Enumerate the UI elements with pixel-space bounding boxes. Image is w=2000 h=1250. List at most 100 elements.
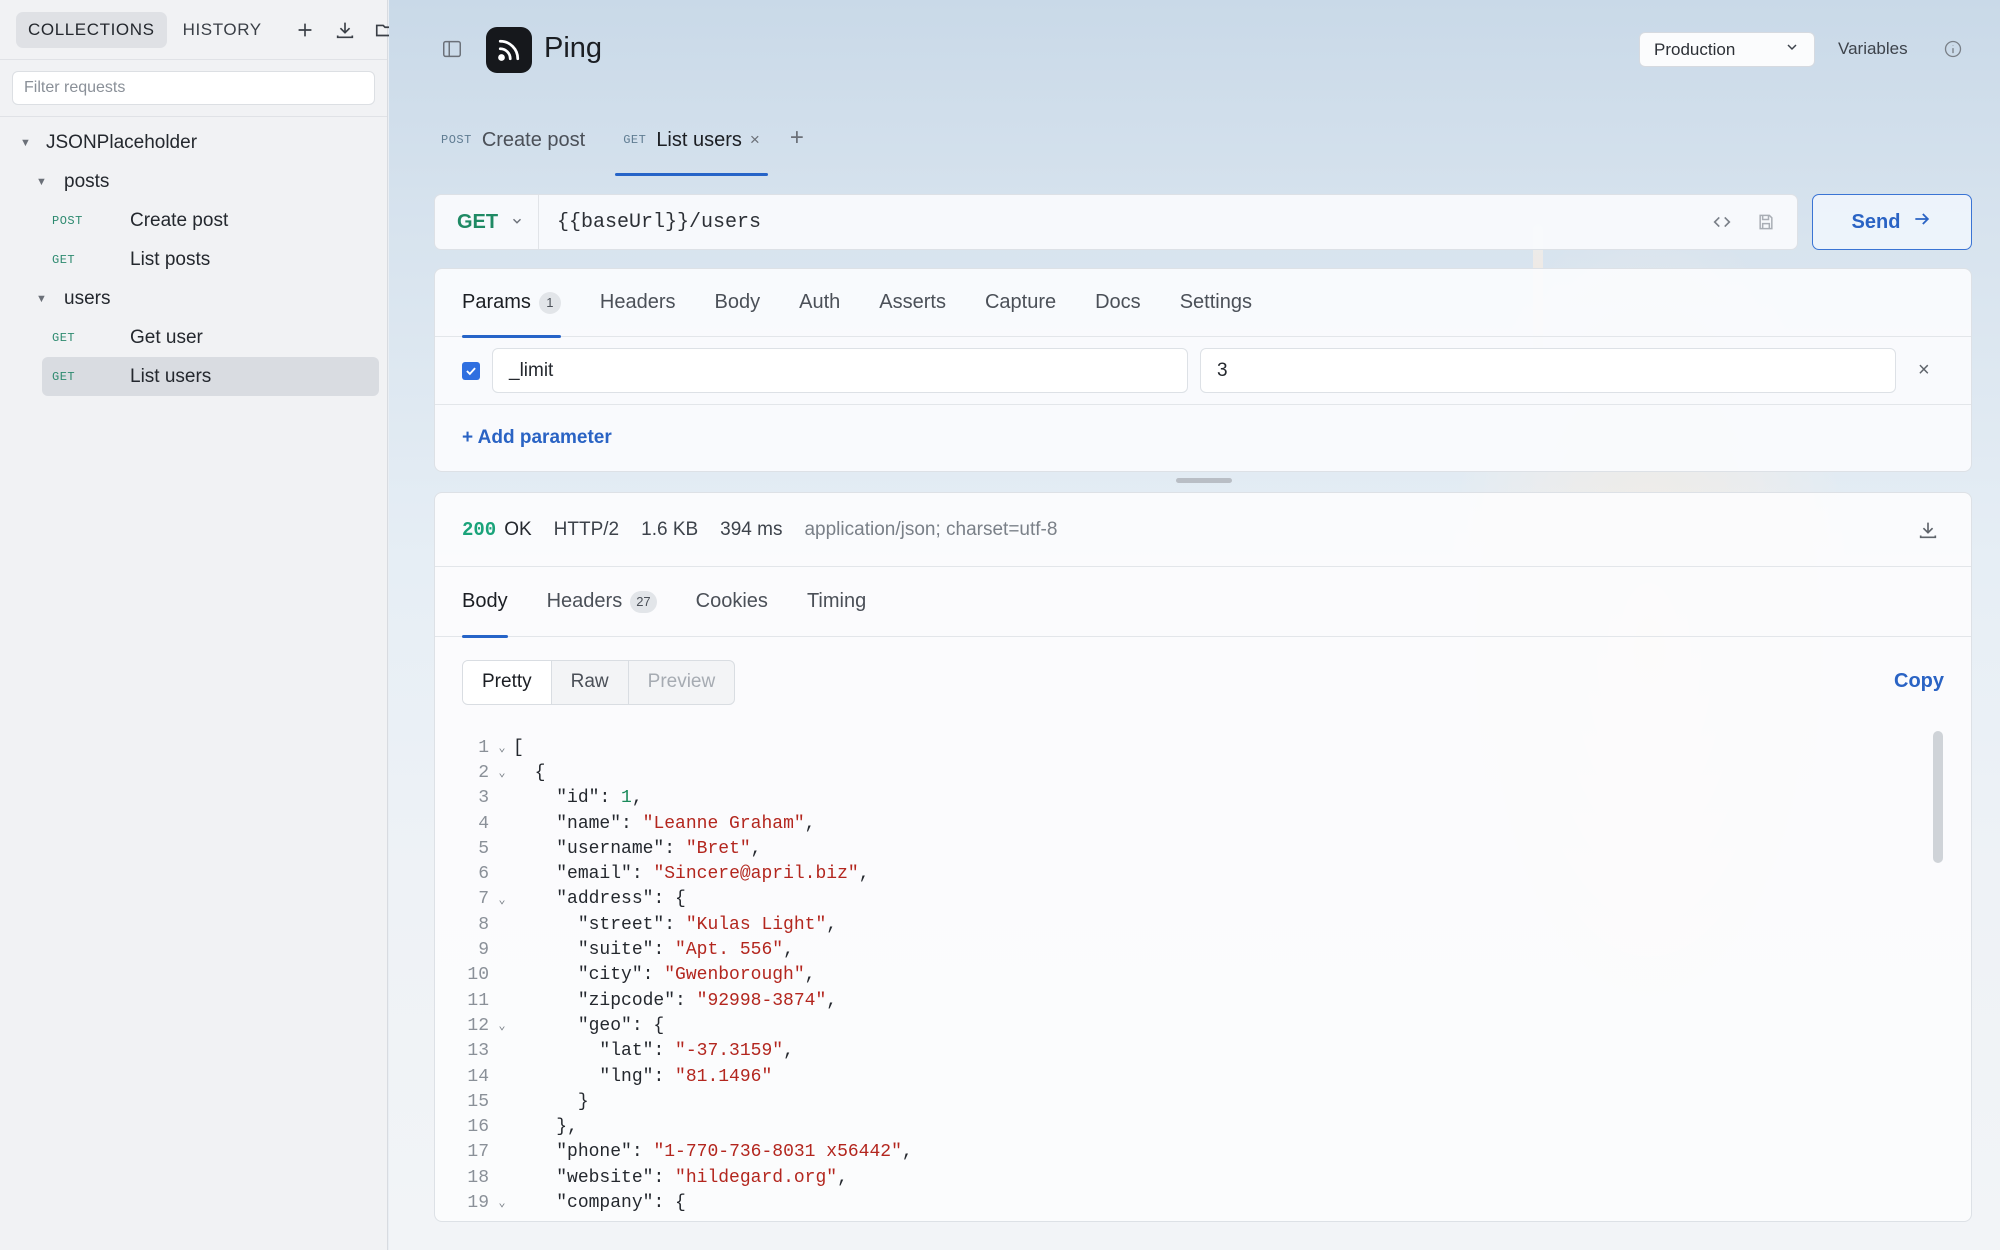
code-line: 10 "city": "Gwenborough", (435, 963, 1971, 988)
folder-users[interactable]: ▼ users (0, 279, 387, 318)
info-icon[interactable] (1943, 39, 1963, 59)
code-line: 19 ⌄ "company": { (435, 1190, 1971, 1215)
app-logo-icon (486, 27, 532, 73)
variables-button[interactable]: Variables (1838, 39, 1908, 59)
param-value-input[interactable]: 3 (1200, 348, 1896, 393)
fold-chevron-icon[interactable]: ⌄ (491, 1018, 513, 1033)
param-key-input[interactable]: _limit (492, 348, 1188, 393)
fold-chevron-icon[interactable]: ⌄ (491, 892, 513, 907)
collection-jsonplaceholder[interactable]: ▼ JSONPlaceholder (0, 123, 387, 162)
add-tab-button[interactable]: + (790, 124, 804, 152)
request-tab-list-users[interactable]: GET List users × (615, 118, 768, 176)
code-token: : (653, 1066, 676, 1087)
request-create-post[interactable]: POST Create post (42, 201, 379, 240)
tab-label: Create post (481, 128, 586, 151)
tab-response-timing[interactable]: Timing (807, 567, 866, 637)
request-get-user[interactable]: GET Get user (42, 318, 379, 357)
tab-docs[interactable]: Docs (1095, 269, 1141, 337)
code-token: , (750, 838, 762, 859)
code-text: } (513, 1092, 589, 1112)
view-preview-button: Preview (647, 671, 716, 692)
code-token: : { (653, 1192, 686, 1213)
code-line: 6 "email": "Sincere@april.biz", (435, 861, 1971, 886)
plus-icon[interactable] (294, 15, 316, 45)
method-tag: GET (52, 330, 76, 345)
tab-asserts[interactable]: Asserts (879, 269, 946, 337)
url-input[interactable]: {{baseUrl}}/users (539, 211, 1709, 234)
close-tab-icon[interactable]: × (750, 130, 760, 150)
tab-capture[interactable]: Capture (985, 269, 1056, 337)
tab-method: POST (441, 133, 472, 147)
fold-chevron-icon[interactable]: ⌄ (491, 740, 513, 755)
code-token: "name" (556, 813, 622, 834)
caret-down-icon: ▼ (36, 175, 47, 188)
line-number: 10 (467, 965, 489, 986)
request-config-panel: Params 1 Headers Body Auth Asserts Captu… (434, 268, 1972, 472)
response-tabs: Body Headers 27 Cookies Timing (435, 567, 1971, 638)
tab-collections[interactable]: COLLECTIONS (16, 11, 167, 48)
sidebar: COLLECTIONS HISTORY ▼ JSONPlaceholder ▼ … (0, 0, 394, 1250)
code-token: } (577, 1091, 589, 1112)
tab-headers[interactable]: Headers (600, 269, 676, 337)
remove-param-icon[interactable]: × (1918, 359, 1930, 382)
code-token: "Kulas Light" (685, 914, 827, 935)
tab-settings[interactable]: Settings (1180, 269, 1252, 337)
code-token: , (858, 864, 870, 885)
line-number: 14 (467, 1066, 489, 1087)
tab-body[interactable]: Body (715, 269, 761, 337)
tab-history[interactable]: HISTORY (171, 12, 274, 48)
panel-resize-handle[interactable] (1176, 478, 1232, 483)
request-tab-create-post[interactable]: POST Create post (433, 118, 593, 162)
code-token: "1-770-736-8031 x56442" (653, 1142, 902, 1163)
save-icon[interactable] (1753, 209, 1779, 235)
environment-select[interactable]: Production (1639, 32, 1815, 67)
code-text: "suite": "Apt. 556", (513, 940, 794, 960)
code-token: "zipcode" (577, 990, 676, 1011)
tab-response-body[interactable]: Body (462, 567, 508, 638)
response-status-bar: 200 OK HTTP/2 1.6 KB 394 ms application/… (435, 493, 1971, 567)
view-pretty-button[interactable]: Pretty (463, 660, 552, 704)
collection-tree: ▼ JSONPlaceholder ▼ posts POST Create po… (0, 117, 387, 396)
code-token: , (783, 940, 794, 961)
code-text: "address": { (513, 889, 686, 909)
method-select[interactable]: GET (435, 195, 539, 249)
response-scrollbar[interactable] (1933, 731, 1943, 863)
view-raw-button[interactable]: Raw (552, 660, 629, 704)
tab-response-headers[interactable]: Headers 27 (547, 567, 657, 637)
fold-chevron-icon[interactable]: ⌄ (491, 765, 513, 780)
request-list-posts[interactable]: GET List posts (42, 240, 379, 279)
download-response-icon[interactable] (1917, 519, 1939, 541)
request-label: List users (130, 365, 212, 387)
tab-response-cookies[interactable]: Cookies (696, 567, 768, 637)
code-line: 4 "name": "Leanne Graham", (435, 811, 1971, 836)
send-button[interactable]: Send (1812, 194, 1972, 250)
code-icon[interactable] (1709, 209, 1735, 235)
code-token: "city" (577, 965, 643, 986)
code-token: "company" (556, 1192, 654, 1213)
response-body-code[interactable]: 1 ⌄[2 ⌄ {3 "id": 1, 4 "name": "Leanne Graha… (435, 727, 1971, 1216)
copy-button[interactable]: Copy (1894, 670, 1944, 693)
line-number: 3 (478, 788, 489, 809)
code-token: : (664, 914, 686, 935)
line-number: 19 (467, 1192, 489, 1213)
sidebar-toggle-icon[interactable] (441, 38, 463, 60)
main-area: Ping Production Variables POST Create po… (389, 0, 2000, 1250)
url-bar: GET {{baseUrl}}/users (434, 194, 1798, 250)
request-config-tabs: Params 1 Headers Body Auth Asserts Captu… (435, 269, 1971, 338)
param-enabled-checkbox[interactable] (462, 361, 480, 380)
caret-down-icon: ▼ (36, 292, 47, 305)
code-text: { (513, 763, 546, 783)
code-token: "street" (577, 914, 665, 935)
request-list-users[interactable]: GET List users (42, 357, 379, 396)
code-line: 13 "lat": "-37.3159", (435, 1039, 1971, 1064)
filter-requests-input[interactable] (12, 71, 375, 105)
add-parameter-button[interactable]: + Add parameter (435, 405, 1971, 471)
tab-params[interactable]: Params 1 (462, 269, 561, 338)
code-line: 15 } (435, 1089, 1971, 1114)
code-token: , (826, 990, 838, 1011)
folder-posts[interactable]: ▼ posts (0, 162, 387, 201)
download-icon[interactable] (334, 15, 356, 45)
tab-auth[interactable]: Auth (799, 269, 840, 337)
code-token: : (631, 1142, 654, 1163)
fold-chevron-icon[interactable]: ⌄ (491, 1195, 513, 1210)
